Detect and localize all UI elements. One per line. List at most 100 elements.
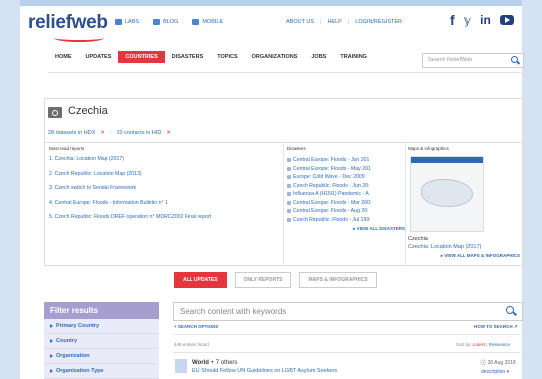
view-all-disasters-link[interactable]: ▸ VIEW ALL DISASTERS [287,226,405,232]
disaster-link[interactable]: Central Europe: Floods - Aug 20: [287,207,405,216]
chevron-right-icon [50,324,53,328]
disaster-icon [287,158,291,163]
maps-infographics: Maps & infographics Czechia Czechia: Loc… [408,146,520,259]
account-links: ABOUT US | HELP | LOGIN/REGISTER [286,19,402,25]
labs-label: LABS [125,19,140,25]
filter-label: Primary Country [56,323,100,329]
nav-item-organizations[interactable]: ORGANIZATIONS [245,51,305,63]
close-icon: ✕ [166,130,171,136]
disaster-icon [287,175,291,180]
report-link[interactable]: 4. Central Europe: Floods - Information … [49,200,279,206]
result-country[interactable]: World [192,360,209,366]
site-search-input[interactable]: Search ReliefWeb [422,53,524,68]
filter-sidebar: Filter results Primary Country Country O… [44,302,159,379]
nav-item-home[interactable]: HOME [48,51,79,63]
map-caption: Czechia [408,236,428,242]
facebook-icon[interactable]: f [450,12,455,28]
map-link[interactable]: Czechia: Location Map (2017) [408,244,520,250]
youtube-icon[interactable] [499,15,514,25]
top-links: LABS BLOG MOBILE [115,19,223,25]
blog-icon [153,19,161,25]
reliefweb-logo[interactable]: reliefweb [28,12,108,42]
filter-item-primary-country[interactable]: Primary Country [44,319,159,334]
social-links: f 𝕪 in [450,12,514,28]
results-divider [173,352,521,353]
linkedin-icon[interactable]: in [480,13,491,27]
how-to-search-link[interactable]: HOW TO SEARCH ↗ [474,324,518,330]
about-us-link[interactable]: ABOUT US [286,19,314,25]
sort-latest-link[interactable]: Latest [473,342,485,347]
report-link[interactable]: 1. Czechia: Location Map (2017) [49,156,279,162]
labs-link[interactable]: LABS [115,19,139,25]
report-thumbnail[interactable] [175,359,187,373]
main-nav: HOME UPDATES COUNTRIES DISASTERS TOPICS … [48,51,374,63]
most-read-heading: Most read reports [49,146,85,151]
tab-only-reports[interactable]: ONLY REPORTS [234,272,292,288]
result-date: 🕓 30 Aug 2018 [480,360,516,366]
content-search-placeholder: Search content with keywords [180,307,287,316]
mobile-label: MOBILE [202,19,224,25]
tab-maps-infographics[interactable]: MAPS & INFOGRAPHICS [299,272,377,288]
disaster-icon [287,183,291,188]
nav-item-jobs[interactable]: JOBS [304,51,333,63]
sort-relevance-link[interactable]: Relevance [489,342,510,347]
result-description-toggle[interactable]: description ▾ [481,369,509,375]
blog-link[interactable]: BLOG [153,19,178,25]
disaster-label: Central Europe: Floods - Mar 200: [293,199,372,206]
right-margin [522,0,542,379]
divider: | [347,19,350,25]
disaster-link[interactable]: Central Europe: Floods - Jun 201 [287,156,405,165]
hid-contacts-link[interactable]: 10 contacts in HID [116,130,161,136]
column-divider [405,143,406,265]
site-search-placeholder: Search ReliefWeb [428,57,473,63]
filter-item-organization-type[interactable]: Organization Type [44,364,159,379]
country-map-shape [421,179,473,207]
filter-item-country[interactable]: Country [44,334,159,349]
disaster-link[interactable]: Central Europe: Floods - May 201 [287,165,405,174]
report-link[interactable]: 2. Czech Republic: Location Map (2013) [49,171,279,177]
disaster-icon [287,166,291,171]
disaster-link[interactable]: Czech Republic: Floods - Jul 199: [287,216,405,225]
disaster-link[interactable]: Central Europe: Floods - Mar 200: [287,199,405,208]
nav-divider [48,72,522,73]
left-margin [0,0,20,379]
nav-item-disasters[interactable]: DISASTERS [165,51,210,63]
report-link[interactable]: 3. Czech switch to Sendai Framework [49,185,279,191]
login-register-link[interactable]: LOGIN/REGISTER [355,19,402,25]
twitter-icon[interactable]: 𝕪 [464,13,472,27]
report-link[interactable]: 5. Czech Republic: Floods DREF operation… [49,214,279,220]
result-source: World + 7 others [192,360,237,366]
result-title-link[interactable]: EU Should Follow UN Guidelines on LGBT A… [192,368,337,374]
disaster-link[interactable]: Czech Republic: Floods - Jun 20: [287,182,405,191]
divider: | [110,130,112,136]
nav-item-training[interactable]: TRAINING [333,51,374,63]
mobile-link[interactable]: MOBILE [192,19,223,25]
blog-label: BLOG [163,19,179,25]
disaster-link[interactable]: Influenza A (H1N1) Pandemic - A [287,190,405,199]
search-icon[interactable] [506,306,514,314]
disaster-link[interactable]: Europe: Cold Wave - Dec 2009 [287,173,405,182]
content-search-input[interactable]: Search content with keywords [173,302,523,321]
entries-found-count: 448 entries found [174,342,209,347]
map-thumbnail[interactable] [410,156,484,232]
disaster-icon [287,192,291,197]
nav-item-topics[interactable]: TOPICS [210,51,244,63]
chevron-right-icon [50,354,53,358]
sort-controls: Sort by: Latest | Relevance [456,342,510,347]
hdx-datasets-link[interactable]: 28 datasets in HDX [48,130,95,136]
result-others[interactable]: + 7 others [209,360,238,366]
help-link[interactable]: HELP [327,19,341,25]
view-all-maps-link[interactable]: ▸ VIEW ALL MAPS & INFOGRAPHICS [408,253,520,259]
nav-item-updates[interactable]: UPDATES [79,51,119,63]
filter-label: Country [56,338,78,344]
filter-item-organization[interactable]: Organization [44,349,159,364]
nav-item-countries[interactable]: COUNTRIES [118,51,165,63]
filter-label: Organization Type [56,368,104,374]
disaster-label: Influenza A (H1N1) Pandemic - A [293,191,369,198]
disaster-label: Central Europe: Floods - Aug 20: [293,208,369,215]
search-options-link[interactable]: + SEARCH OPTIONS [174,324,218,329]
search-icon[interactable] [511,56,518,63]
disaster-icon [287,217,291,222]
tab-all-updates[interactable]: ALL UPDATES [174,272,227,288]
disasters-list: Disasters Central Europe: Floods - Jun 2… [287,146,405,232]
